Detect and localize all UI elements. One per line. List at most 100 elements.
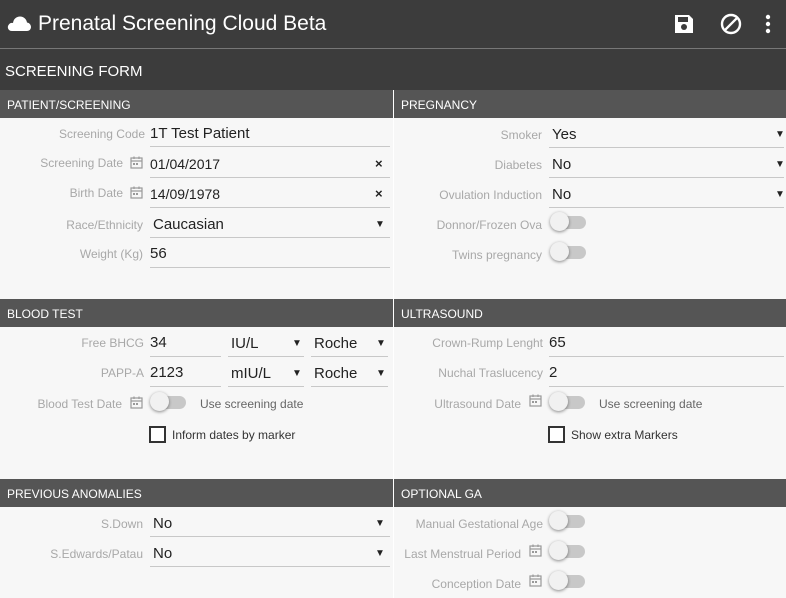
bhcg-label: Free BHCG bbox=[81, 336, 144, 350]
weight-input[interactable]: 56 bbox=[150, 245, 167, 262]
sdown-underline bbox=[150, 536, 390, 537]
pappa-unit-select[interactable]: mIU/L bbox=[231, 365, 271, 382]
cancel-icon[interactable] bbox=[719, 12, 743, 36]
pappa-underline bbox=[150, 386, 221, 387]
dropdown-arrow-icon[interactable]: ▼ bbox=[775, 189, 785, 200]
sdown-label: S.Down bbox=[100, 517, 143, 531]
dropdown-arrow-icon[interactable]: ▼ bbox=[775, 159, 785, 170]
extra-markers-label: Show extra Markers bbox=[571, 428, 678, 442]
inform-dates-checkbox[interactable] bbox=[149, 426, 166, 443]
cloud-icon bbox=[7, 16, 31, 31]
toggle-knob bbox=[549, 511, 568, 530]
save-icon[interactable] bbox=[672, 12, 696, 36]
clear-birth-date-icon[interactable]: × bbox=[375, 186, 383, 201]
optional-ga-section-header: OPTIONAL GA bbox=[394, 479, 786, 507]
birth-date-label: Birth Date bbox=[69, 186, 123, 200]
manual-ga-toggle[interactable] bbox=[549, 511, 589, 531]
lmp-toggle[interactable] bbox=[549, 541, 589, 561]
ultrasound-section-header: ULTRASOUND bbox=[394, 299, 786, 327]
donor-toggle[interactable] bbox=[550, 212, 590, 232]
pappa-label: PAPP-A bbox=[100, 366, 144, 380]
inform-dates-label: Inform dates by marker bbox=[172, 428, 296, 442]
nt-underline bbox=[549, 386, 784, 387]
bhcg-underline bbox=[150, 356, 221, 357]
calendar-icon[interactable] bbox=[529, 394, 542, 407]
smoker-select[interactable]: Yes bbox=[552, 126, 576, 143]
bhcg-lab-underline bbox=[311, 356, 388, 357]
screening-date-input[interactable]: 01/04/2017 bbox=[150, 156, 220, 172]
twins-label: Twins pregnancy bbox=[451, 248, 542, 262]
pregnancy-section-header: PREGNANCY bbox=[394, 90, 786, 118]
toggle-knob bbox=[549, 571, 568, 590]
ovulation-select[interactable]: No bbox=[552, 186, 571, 203]
toggle-knob bbox=[549, 392, 568, 411]
calendar-icon[interactable] bbox=[130, 156, 143, 169]
screening-code-input[interactable]: 1T Test Patient bbox=[150, 125, 250, 142]
dropdown-arrow-icon[interactable]: ▼ bbox=[376, 368, 386, 379]
pappa-lab-underline bbox=[311, 386, 388, 387]
extra-markers-checkbox[interactable] bbox=[548, 426, 565, 443]
more-vert-icon[interactable] bbox=[756, 12, 780, 36]
dropdown-arrow-icon[interactable]: ▼ bbox=[376, 338, 386, 349]
birth-date-input[interactable]: 14/09/1978 bbox=[150, 186, 220, 202]
sdown-select[interactable]: No bbox=[153, 515, 172, 532]
clear-screening-date-icon[interactable]: × bbox=[375, 156, 383, 171]
dropdown-arrow-icon[interactable]: ▼ bbox=[292, 368, 302, 379]
diabetes-label: Diabetes bbox=[494, 158, 542, 172]
conception-toggle[interactable] bbox=[549, 571, 589, 591]
dropdown-arrow-icon[interactable]: ▼ bbox=[375, 219, 385, 230]
sedwards-select[interactable]: No bbox=[153, 545, 172, 562]
pappa-unit-underline bbox=[228, 386, 304, 387]
dropdown-arrow-icon[interactable]: ▼ bbox=[292, 338, 302, 349]
sedwards-label: S.Edwards/Patau bbox=[50, 547, 143, 561]
toggle-knob bbox=[150, 392, 169, 411]
bhcg-lab-select[interactable]: Roche bbox=[314, 335, 357, 352]
sedwards-underline bbox=[150, 566, 390, 567]
race-label: Race/Ethnicity bbox=[66, 218, 143, 232]
pappa-lab-select[interactable]: Roche bbox=[314, 365, 357, 382]
form-title: SCREENING FORM bbox=[0, 49, 786, 90]
bhcg-input[interactable]: 34 bbox=[150, 334, 167, 351]
bhcg-unit-select[interactable]: IU/L bbox=[231, 335, 259, 352]
ovulation-label: Ovulation Induction bbox=[439, 188, 542, 202]
smoker-underline bbox=[549, 147, 784, 148]
toggle-knob bbox=[549, 541, 568, 560]
blood-use-screening-date-label: Use screening date bbox=[200, 397, 304, 411]
blood-use-screening-date-toggle[interactable] bbox=[150, 392, 190, 412]
toggle-knob bbox=[550, 212, 569, 231]
race-underline bbox=[150, 237, 390, 238]
ultrasound-date-label: Ultrasound Date bbox=[434, 397, 521, 411]
calendar-icon[interactable] bbox=[130, 186, 143, 199]
crl-underline bbox=[549, 356, 784, 357]
blood-section-header: BLOOD TEST bbox=[0, 299, 393, 327]
toggle-knob bbox=[550, 242, 569, 261]
diabetes-underline bbox=[549, 177, 784, 178]
manual-ga-label: Manual Gestational Age bbox=[415, 517, 543, 531]
pappa-input[interactable]: 2123 bbox=[150, 364, 183, 381]
screening-code-label: Screening Code bbox=[58, 127, 145, 141]
app-title: Prenatal Screening Cloud Beta bbox=[38, 12, 327, 35]
weight-label: Weight (Kg) bbox=[79, 247, 143, 261]
nt-label: Nuchal Traslucency bbox=[438, 366, 543, 380]
screening-date-label: Screening Date bbox=[40, 156, 123, 170]
dropdown-arrow-icon[interactable]: ▼ bbox=[375, 548, 385, 559]
dropdown-arrow-icon[interactable]: ▼ bbox=[775, 129, 785, 140]
donor-label: Donnor/Frozen Ova bbox=[436, 218, 542, 232]
calendar-icon[interactable] bbox=[529, 544, 542, 557]
calendar-icon[interactable] bbox=[130, 396, 143, 409]
twins-toggle[interactable] bbox=[550, 242, 590, 262]
diabetes-select[interactable]: No bbox=[552, 156, 571, 173]
crl-input[interactable]: 65 bbox=[549, 334, 566, 351]
weight-underline bbox=[150, 267, 390, 268]
dropdown-arrow-icon[interactable]: ▼ bbox=[375, 518, 385, 529]
ultrasound-use-screening-date-toggle[interactable] bbox=[549, 392, 589, 412]
smoker-label: Smoker bbox=[500, 128, 542, 142]
nt-input[interactable]: 2 bbox=[549, 364, 557, 381]
anomalies-section-header: PREVIOUS ANOMALIES bbox=[0, 479, 393, 507]
ultrasound-use-screening-date-label: Use screening date bbox=[599, 397, 703, 411]
crl-label: Crown-Rump Lenght bbox=[432, 336, 543, 350]
calendar-icon[interactable] bbox=[529, 574, 542, 587]
bhcg-unit-underline bbox=[228, 356, 304, 357]
race-select[interactable]: Caucasian bbox=[153, 216, 224, 233]
lmp-label: Last Menstrual Period bbox=[404, 547, 521, 561]
